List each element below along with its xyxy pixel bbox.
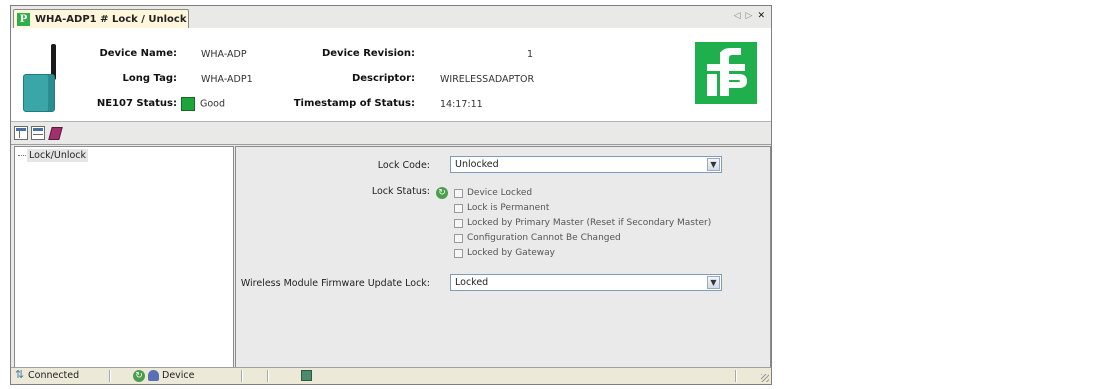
lock-unlock-panel: Lock Code: Unlocked ▼ Lock Status: ↻ Dev…	[235, 146, 771, 372]
connection-icon	[15, 368, 25, 381]
descriptor-label: Descriptor:	[351, 73, 415, 84]
device-user-icon	[148, 370, 159, 381]
lock-status-option: Locked by Primary Master (Reset if Secon…	[454, 218, 711, 228]
tab-lock-unlock[interactable]: P WHA-ADP1 # Lock / Unlock	[13, 9, 189, 28]
device-revision-label: Device Revision:	[321, 48, 415, 59]
refresh-icon: ↻	[133, 369, 145, 382]
navigation-tree: Lock/Unlock	[14, 146, 234, 372]
checkbox-lock-permanent[interactable]	[454, 203, 463, 213]
tab-navigation: ◁ ▷ ✕	[734, 11, 765, 21]
lock-status-label: Lock Status:	[371, 186, 430, 197]
checkbox-locked-by-primary-master[interactable]	[454, 218, 463, 228]
resize-grip-icon[interactable]	[761, 374, 769, 382]
status-divider	[109, 370, 110, 382]
checkbox-label: Locked by Gateway	[467, 248, 555, 258]
checkbox-label: Device Locked	[467, 188, 533, 198]
lock-code-select[interactable]: Unlocked ▼	[450, 156, 722, 173]
lock-code-value: Unlocked	[455, 159, 499, 170]
connection-status: Connected	[15, 368, 79, 383]
device-status-text: Device	[162, 370, 195, 381]
ne107-status-label: NE107 Status:	[96, 98, 177, 109]
network-icon	[301, 370, 312, 381]
close-icon[interactable]: ✕	[757, 11, 765, 21]
checkbox-label: Configuration Cannot Be Changed	[467, 233, 621, 243]
chevron-down-icon[interactable]: ▼	[707, 158, 720, 171]
tab-strip: P WHA-ADP1 # Lock / Unlock ◁ ▷ ✕	[11, 6, 771, 29]
pepperl-fuchs-logo	[695, 42, 757, 104]
device-body-shape	[23, 74, 55, 112]
checkbox-label: Locked by Primary Master (Reset if Secon…	[467, 218, 712, 228]
status-divider	[735, 370, 736, 382]
status-good-icon	[181, 97, 195, 111]
chevron-down-icon[interactable]: ▼	[707, 276, 720, 289]
lock-status-option: Configuration Cannot Be Changed	[454, 233, 621, 243]
status-divider	[267, 370, 268, 382]
descriptor-value: WIRELESSADAPTOR	[440, 74, 535, 85]
checkbox-locked-by-gateway[interactable]	[454, 248, 463, 258]
ne107-status-value: Good	[200, 98, 226, 110]
device-name-value: WHA-ADP	[201, 49, 247, 60]
device-revision-value: 1	[527, 49, 534, 60]
firmware-lock-select[interactable]: Locked ▼	[450, 274, 722, 291]
device-status: ↻ Device	[133, 368, 195, 383]
ne107-status: Good	[181, 97, 225, 111]
checkbox-label: Lock is Permanent	[467, 203, 550, 213]
long-tag-label: Long Tag:	[122, 73, 177, 84]
firmware-lock-value: Locked	[455, 277, 489, 288]
status-divider	[241, 370, 242, 382]
refresh-icon[interactable]: ↻	[436, 187, 448, 199]
dtm-window: P WHA-ADP1 # Lock / Unlock ◁ ▷ ✕ Device …	[10, 5, 772, 385]
lock-status-option: Lock is Permanent	[454, 203, 549, 213]
layout-icon[interactable]	[14, 126, 28, 140]
tab-prev-icon[interactable]: ◁	[734, 11, 741, 21]
lock-code-label: Lock Code:	[377, 160, 430, 171]
device-name-label: Device Name:	[99, 48, 177, 59]
pf-logo-icon: P	[17, 12, 30, 26]
status-bar: Connected ↻ Device	[11, 367, 771, 384]
long-tag-value: WHA-ADP1	[201, 74, 253, 85]
tab-next-icon[interactable]: ▷	[746, 11, 753, 21]
timestamp-label: Timestamp of Status:	[293, 98, 415, 109]
tree-item-lock-unlock[interactable]: Lock/Unlock	[27, 149, 89, 162]
lock-status-option: Device Locked	[454, 188, 532, 198]
checkbox-device-locked[interactable]	[454, 188, 463, 198]
tree-connector	[18, 155, 26, 156]
tab-title: WHA-ADP1 # Lock / Unlock	[35, 13, 187, 25]
network-status	[301, 368, 312, 383]
book-icon[interactable]	[48, 126, 62, 140]
device-image	[19, 44, 63, 114]
device-header: Device Name: WHA-ADP Long Tag: WHA-ADP1 …	[11, 28, 771, 122]
checkbox-config-cannot-change[interactable]	[454, 233, 463, 243]
lock-status-option: Locked by Gateway	[454, 248, 555, 258]
connection-status-text: Connected	[28, 370, 80, 381]
timestamp-value: 14:17:11	[440, 99, 483, 110]
toolbar	[11, 122, 771, 145]
firmware-lock-label: Wireless Module Firmware Update Lock:	[240, 278, 430, 289]
table-icon[interactable]	[31, 126, 45, 140]
